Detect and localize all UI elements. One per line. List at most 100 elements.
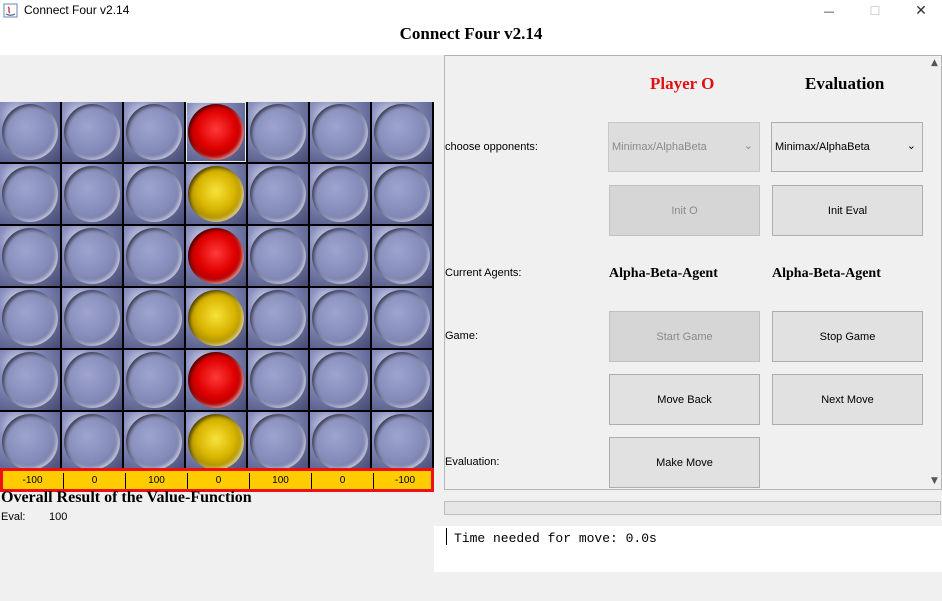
board-cell[interactable]: [62, 102, 122, 162]
board-cell[interactable]: [62, 412, 122, 472]
make-move-button[interactable]: Make Move: [609, 437, 760, 488]
empty-slot: [64, 414, 120, 470]
empty-slot: [250, 290, 306, 346]
board-cell[interactable]: [186, 164, 246, 224]
board-cell[interactable]: [372, 226, 432, 286]
board-cell[interactable]: [124, 226, 184, 286]
empty-slot: [250, 166, 306, 222]
empty-slot: [250, 228, 306, 284]
minimize-button[interactable]: —: [806, 0, 852, 22]
evaluation-opponent-select[interactable]: Minimax/AlphaBeta ⌄: [771, 122, 923, 172]
board-cell[interactable]: [310, 412, 370, 472]
board-cell[interactable]: [186, 102, 246, 162]
empty-slot: [2, 228, 58, 284]
empty-slot: [64, 104, 120, 160]
red-piece: [188, 352, 244, 408]
chevron-down-icon: ⌄: [743, 139, 753, 152]
board-cell[interactable]: [310, 226, 370, 286]
player-o-opponent-value: Minimax/AlphaBeta: [612, 141, 707, 153]
player-o-opponent-select[interactable]: Minimax/AlphaBeta ⌄: [608, 122, 760, 172]
start-game-button[interactable]: Start Game: [609, 311, 760, 362]
scroll-up-icon[interactable]: ▲: [928, 58, 941, 68]
board-cell[interactable]: [124, 102, 184, 162]
board-cell[interactable]: [124, 164, 184, 224]
yellow-piece: [188, 290, 244, 346]
scroll-down-icon[interactable]: ▼: [928, 476, 941, 486]
column-value: 0: [188, 473, 250, 489]
board-cell[interactable]: [310, 164, 370, 224]
vertical-scrollbar[interactable]: [928, 56, 941, 489]
board-cell[interactable]: [124, 350, 184, 410]
board-cell[interactable]: [62, 226, 122, 286]
init-eval-button[interactable]: Init Eval: [772, 185, 923, 236]
evaluation-agent-name: Alpha-Beta-Agent: [772, 266, 881, 281]
column-value: 0: [64, 473, 126, 489]
column-value: 100: [126, 473, 188, 489]
window-title: Connect Four v2.14: [24, 3, 130, 17]
board-cell[interactable]: [310, 288, 370, 348]
board-cell[interactable]: [372, 102, 432, 162]
yellow-piece: [188, 166, 244, 222]
evaluation-header: Evaluation: [805, 74, 885, 93]
board-cell[interactable]: [372, 288, 432, 348]
board-cell[interactable]: [248, 164, 308, 224]
player-o-header: Player O: [650, 74, 715, 93]
board-cell[interactable]: [186, 288, 246, 348]
empty-slot: [374, 352, 430, 408]
board-cell[interactable]: [62, 288, 122, 348]
board-cell[interactable]: [0, 288, 60, 348]
empty-slot: [374, 290, 430, 346]
board-cell[interactable]: [372, 164, 432, 224]
board-cell[interactable]: [0, 164, 60, 224]
board-cell[interactable]: [124, 412, 184, 472]
evaluation-label: Evaluation:: [445, 456, 500, 468]
board-cell[interactable]: [0, 226, 60, 286]
board-cell[interactable]: [310, 350, 370, 410]
game-board[interactable]: [0, 102, 434, 474]
empty-slot: [64, 166, 120, 222]
empty-slot: [2, 290, 58, 346]
empty-slot: [250, 104, 306, 160]
move-back-button[interactable]: Move Back: [609, 374, 760, 425]
next-move-button[interactable]: Next Move: [772, 374, 923, 425]
stop-game-button[interactable]: Stop Game: [772, 311, 923, 362]
empty-slot: [312, 414, 368, 470]
board-cell[interactable]: [248, 226, 308, 286]
red-piece: [188, 104, 244, 160]
empty-slot: [374, 166, 430, 222]
board-cell[interactable]: [248, 102, 308, 162]
board-cell[interactable]: [248, 288, 308, 348]
maximize-button[interactable]: ☐: [852, 0, 898, 22]
eval-label: Eval:: [1, 511, 26, 523]
board-cell[interactable]: [186, 226, 246, 286]
board-cell[interactable]: [310, 102, 370, 162]
board-cell[interactable]: [0, 350, 60, 410]
empty-slot: [126, 104, 182, 160]
empty-slot: [126, 414, 182, 470]
board-cell[interactable]: [248, 412, 308, 472]
board-cell[interactable]: [186, 350, 246, 410]
close-button[interactable]: ✕: [898, 0, 942, 22]
game-label: Game:: [445, 330, 479, 342]
board-cell[interactable]: [0, 102, 60, 162]
empty-slot: [2, 414, 58, 470]
board-cell[interactable]: [0, 412, 60, 472]
board-cell[interactable]: [372, 350, 432, 410]
page-title: Connect Four v2.14: [399, 24, 543, 43]
empty-slot: [2, 104, 58, 160]
board-cell[interactable]: [248, 350, 308, 410]
player-o-agent-name: Alpha-Beta-Agent: [609, 266, 718, 281]
board-cell[interactable]: [372, 412, 432, 472]
board-cell[interactable]: [62, 350, 122, 410]
board-cell[interactable]: [62, 164, 122, 224]
init-o-button[interactable]: Init O: [609, 185, 760, 236]
empty-slot: [2, 166, 58, 222]
empty-slot: [374, 228, 430, 284]
close-icon: ✕: [915, 3, 927, 19]
choose-opponents-label: choose opponents:: [445, 141, 538, 153]
empty-slot: [126, 166, 182, 222]
empty-slot: [312, 166, 368, 222]
column-value: -100: [2, 473, 64, 489]
board-cell[interactable]: [124, 288, 184, 348]
board-cell[interactable]: [186, 412, 246, 472]
